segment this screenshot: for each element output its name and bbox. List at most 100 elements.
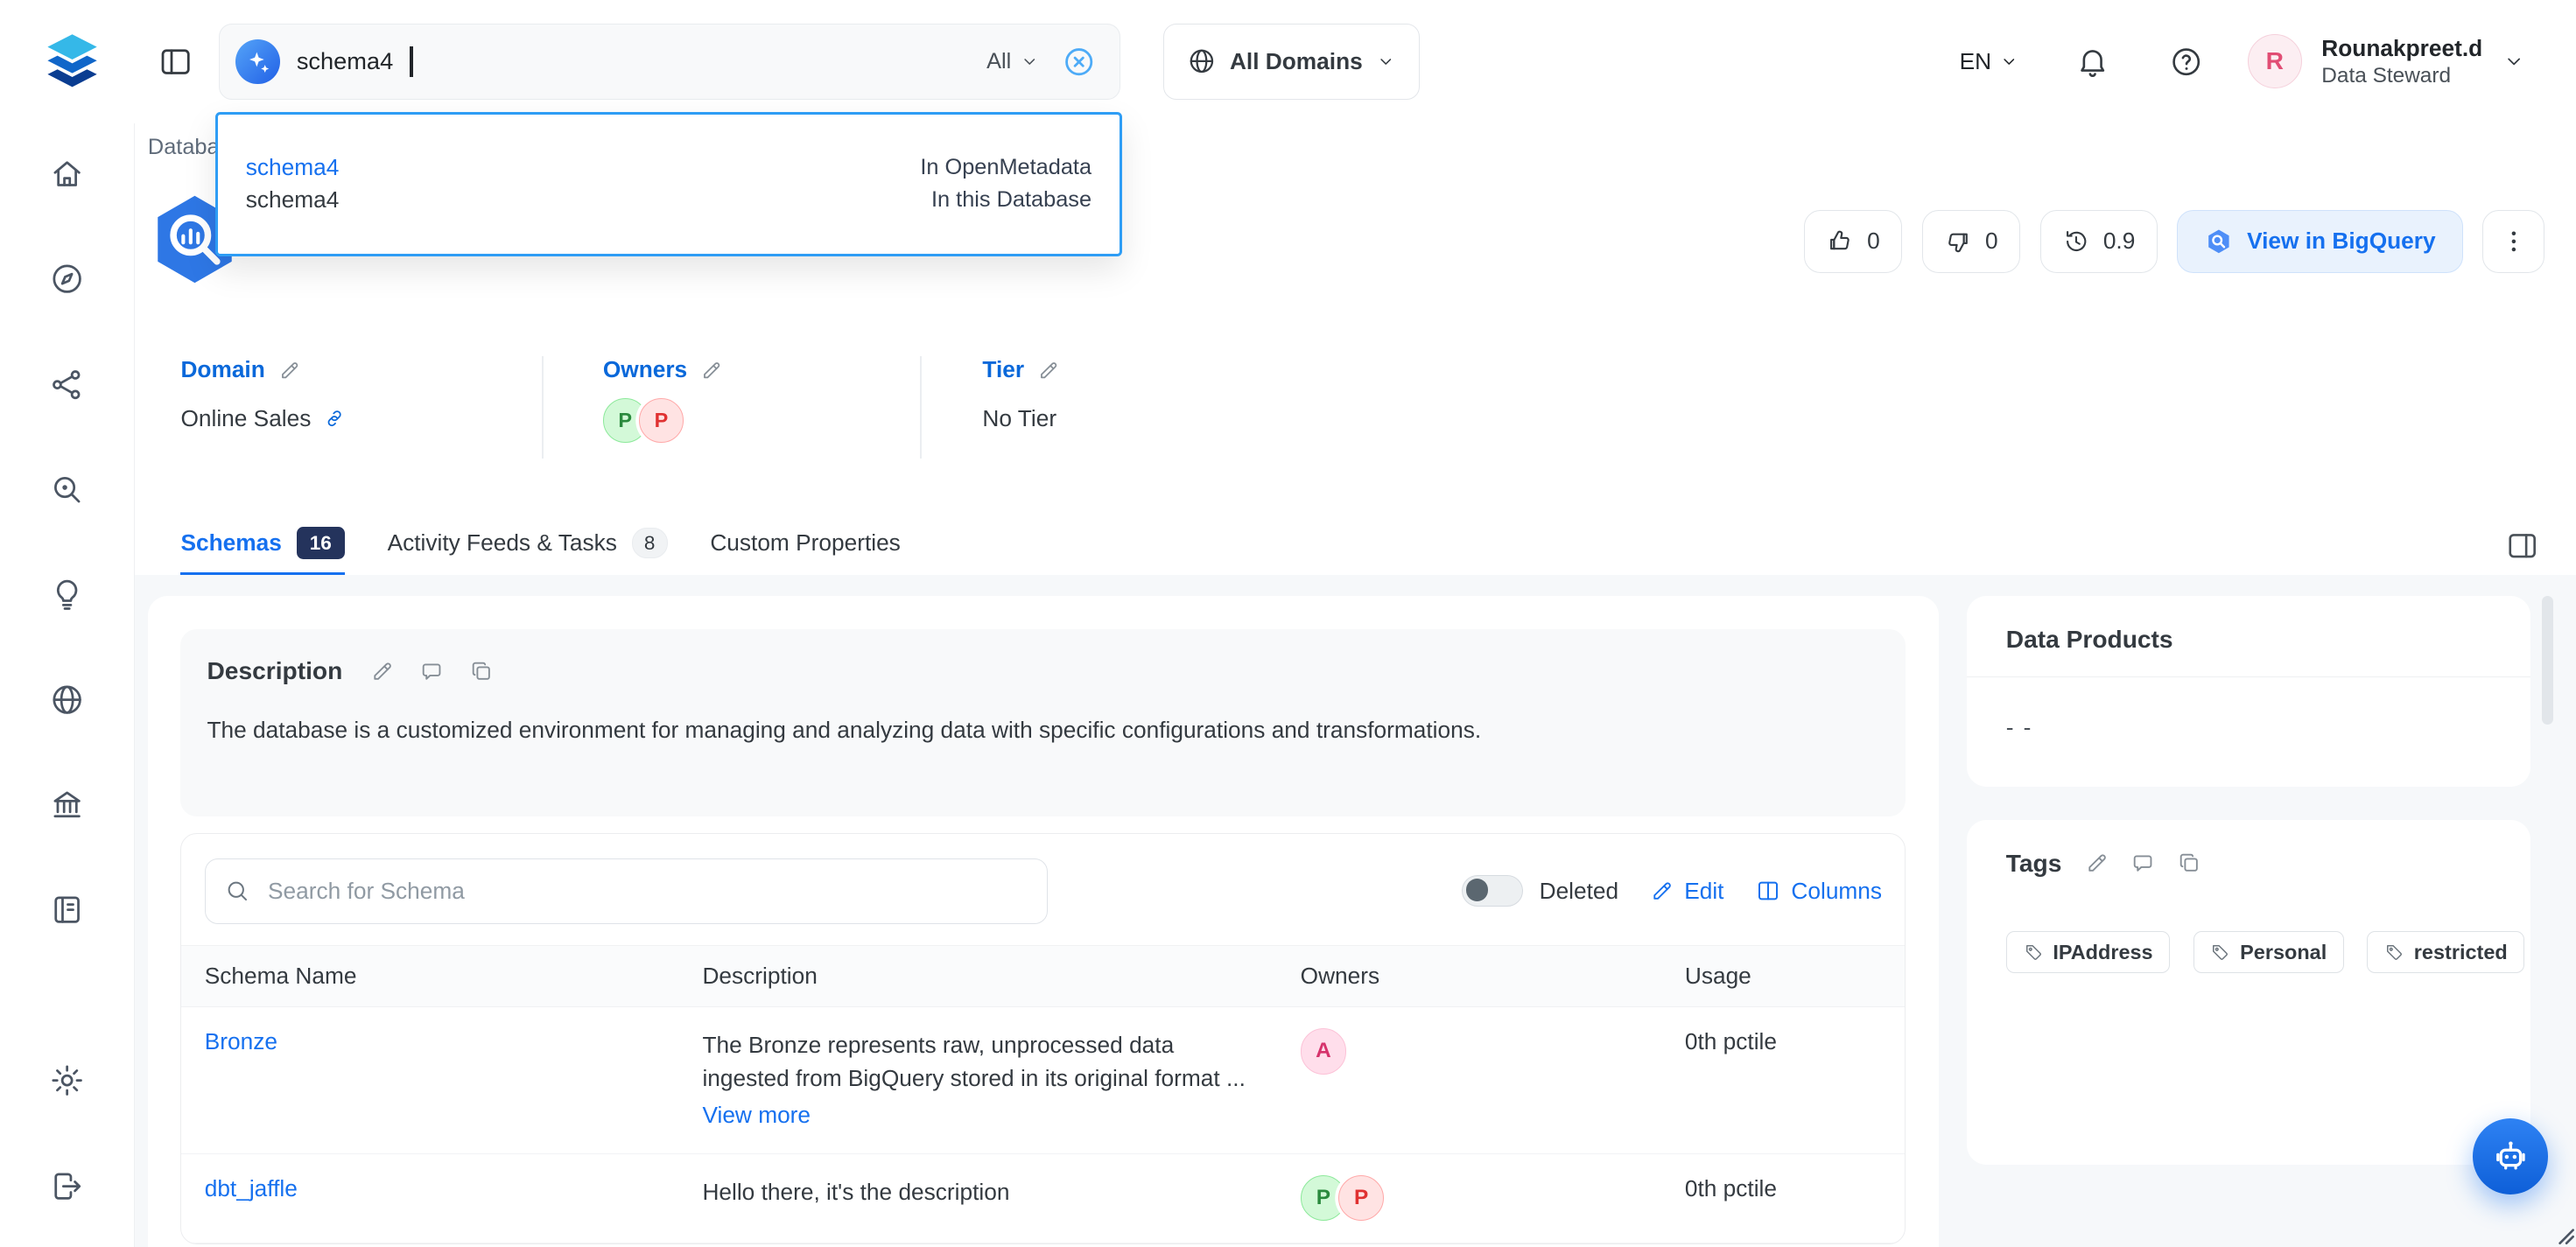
tab-custom-properties[interactable]: Custom Properties: [710, 517, 901, 575]
column-header[interactable]: Description: [679, 946, 1277, 1006]
schema-table-card: Deleted Edit Columns Schema Name: [180, 833, 1906, 1244]
language-label: EN: [1960, 48, 1992, 75]
domains-selector[interactable]: All Domains: [1163, 24, 1420, 99]
tab-label: Custom Properties: [710, 529, 901, 557]
downvote-button[interactable]: 0: [1922, 210, 2020, 272]
tag-label: Personal: [2240, 941, 2327, 964]
tier-value: No Tier: [982, 405, 1056, 432]
search-suggestions-dropdown: schema4 In OpenMetadata schema4 In this …: [215, 112, 1122, 256]
tag-icon: [2210, 942, 2230, 963]
glossary-book-icon[interactable]: [49, 892, 85, 928]
suggestion-item[interactable]: schema4 In this Database: [246, 184, 1091, 217]
network-nodes-icon[interactable]: [49, 367, 85, 403]
tag-chip[interactable]: restricted: [2367, 931, 2524, 973]
view-more-link[interactable]: View more: [702, 1098, 811, 1131]
observability-magnifier-icon[interactable]: [49, 472, 85, 508]
edit-owners-pencil-icon[interactable]: [700, 359, 723, 382]
home-icon[interactable]: [49, 156, 85, 192]
clear-search-icon[interactable]: [1062, 45, 1096, 79]
bigquery-icon: [2204, 227, 2234, 256]
ellipsis-vertical-icon: [2499, 227, 2529, 256]
downvote-count: 0: [1985, 228, 1998, 255]
chatbot-button[interactable]: [2473, 1118, 2548, 1194]
data-products-empty-value: - -: [1967, 677, 2530, 787]
column-header[interactable]: Owners: [1277, 946, 1661, 1006]
explore-compass-icon[interactable]: [49, 261, 85, 297]
tag-icon: [2384, 942, 2404, 963]
edit-label: Edit: [1684, 878, 1723, 905]
user-avatar[interactable]: R: [2248, 34, 2302, 88]
tab-activity-feeds[interactable]: Activity Feeds & Tasks 8: [388, 517, 668, 575]
tab-schemas[interactable]: Schemas 16: [180, 517, 344, 575]
domains-globe-icon[interactable]: [49, 682, 85, 718]
entity-tabs: Schemas 16 Activity Feeds & Tasks 8 Cust…: [180, 517, 2539, 575]
robot-icon: [2489, 1135, 2532, 1178]
settings-gear-icon[interactable]: [49, 1062, 85, 1098]
language-selector[interactable]: EN: [1960, 48, 2019, 75]
owner-avatar[interactable]: P: [1338, 1175, 1385, 1222]
left-sidebar: [0, 123, 135, 1247]
help-icon[interactable]: [2169, 45, 2203, 79]
copy-icon[interactable]: [469, 659, 494, 683]
score-button[interactable]: 0.9: [2040, 210, 2158, 272]
tag-icon: [2024, 942, 2044, 963]
copy-icon[interactable]: [2177, 851, 2201, 875]
upvote-button[interactable]: 0: [1804, 210, 1902, 272]
insights-lightbulb-icon[interactable]: [49, 577, 85, 613]
tab-label: Activity Feeds & Tasks: [388, 529, 617, 557]
scrollbar-thumb[interactable]: [2542, 596, 2553, 724]
upvote-count: 0: [1867, 228, 1880, 255]
entity-actions: 0 0 0.9 View in BigQuery: [1804, 210, 2545, 272]
openmetadata-app: schema4 All All Domains EN: [0, 0, 2576, 1247]
edit-tier-pencil-icon[interactable]: [1037, 359, 1060, 382]
thumbs-down-icon: [1944, 228, 1972, 256]
edit-button[interactable]: Edit: [1650, 878, 1724, 905]
columns-button[interactable]: Columns: [1755, 878, 1882, 905]
edit-domain-pencil-icon[interactable]: [278, 359, 301, 382]
column-header[interactable]: Schema Name: [181, 946, 679, 1006]
search-input[interactable]: schema4: [297, 47, 393, 75]
deleted-toggle[interactable]: [1462, 875, 1522, 907]
search-scope-select[interactable]: All: [986, 49, 1039, 74]
notifications-bell-icon[interactable]: [2075, 45, 2109, 79]
owner-avatar[interactable]: A: [1301, 1028, 1347, 1075]
columns-icon: [1755, 878, 1781, 904]
suggestion-context: In OpenMetadata: [920, 155, 1091, 180]
openmetadata-logo-icon[interactable]: [39, 29, 105, 95]
schema-search-input[interactable]: [205, 858, 1048, 924]
schema-description: The Bronze represents raw, unprocessed d…: [702, 1032, 1245, 1091]
resize-handle-icon[interactable]: [2555, 1225, 2575, 1245]
tag-chip[interactable]: IPAddress: [2006, 931, 2171, 973]
user-menu-chevron-icon[interactable]: [2502, 50, 2525, 73]
owner-avatar[interactable]: P: [639, 398, 684, 443]
comment-icon[interactable]: [419, 659, 444, 683]
more-actions-button[interactable]: [2482, 210, 2544, 272]
history-icon: [2062, 228, 2090, 256]
tag-chip[interactable]: Personal: [2193, 931, 2344, 973]
expand-panel-icon[interactable]: [2505, 517, 2539, 575]
usage-value: 0th pctile: [1662, 1154, 1906, 1243]
global-search-bar[interactable]: schema4 All: [219, 24, 1120, 99]
govern-bank-icon[interactable]: [49, 787, 85, 823]
user-info[interactable]: Rounakpreet.d Data Steward: [2321, 34, 2482, 89]
right-panel: Data Products - - Tags IPAddress: [1967, 596, 2530, 1165]
user-name: Rounakpreet.d: [2321, 34, 2482, 63]
schemas-panel: Description The database is a customized…: [148, 596, 1939, 1246]
link-icon[interactable]: [323, 407, 346, 430]
comment-icon[interactable]: [2130, 851, 2155, 875]
edit-tags-pencil-icon[interactable]: [2085, 851, 2109, 875]
data-products-title: Data Products: [2006, 626, 2173, 654]
suggestion-context: In this Database: [931, 187, 1091, 213]
schema-link[interactable]: dbt_jaffle: [205, 1175, 298, 1201]
tags-card: Tags IPAddress Personal: [1967, 820, 2530, 1165]
view-in-bigquery-button[interactable]: View in BigQuery: [2177, 210, 2462, 272]
sidebar-toggle-icon[interactable]: [158, 44, 193, 80]
suggestion-item[interactable]: schema4 In OpenMetadata: [246, 151, 1091, 185]
edit-description-pencil-icon[interactable]: [370, 659, 395, 683]
logout-icon[interactable]: [49, 1168, 85, 1204]
activity-count-badge: 8: [632, 528, 668, 558]
domain-value[interactable]: Online Sales: [180, 405, 311, 432]
schema-link[interactable]: Bronze: [205, 1028, 277, 1054]
column-header[interactable]: Usage: [1662, 946, 1906, 1006]
entity-meta-row: Domain Online Sales Owners P P Tier: [180, 356, 2543, 458]
